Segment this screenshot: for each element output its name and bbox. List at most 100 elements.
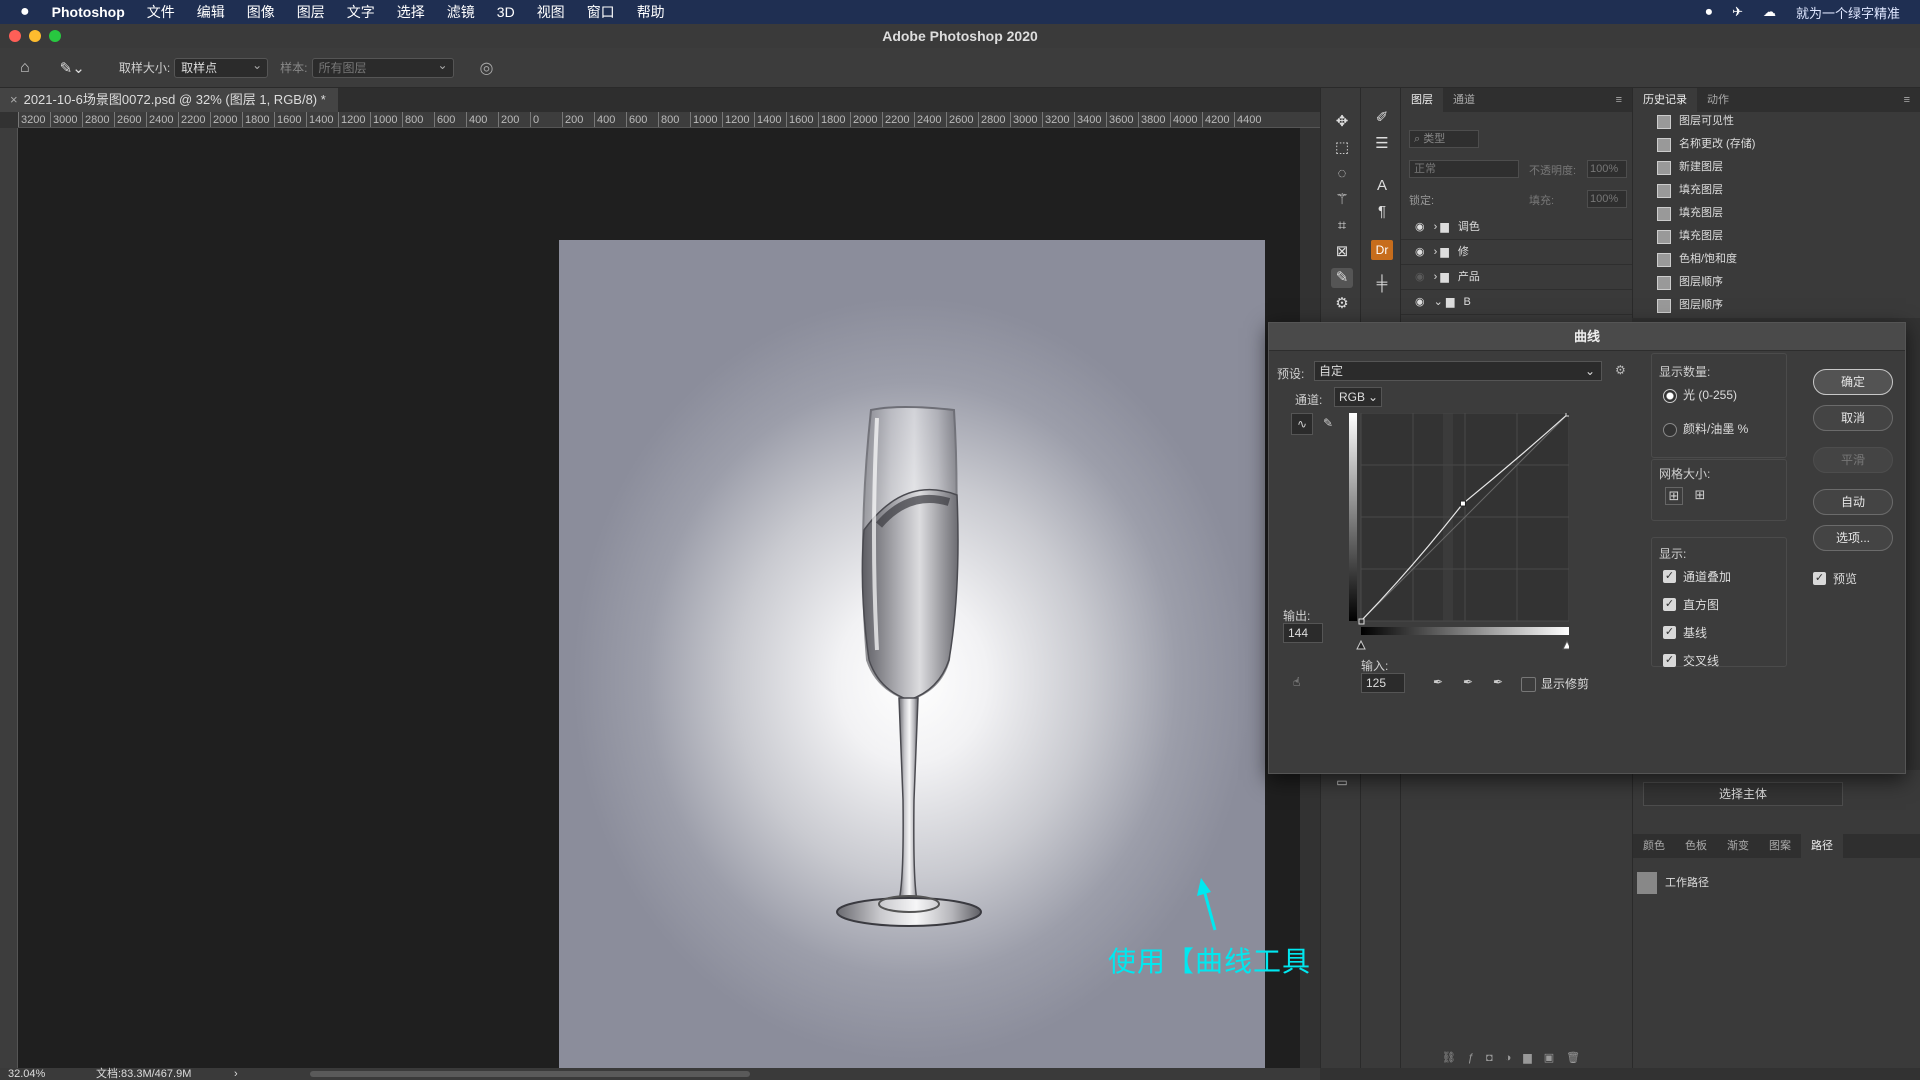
channel-overlay-checkbox[interactable]: 通道叠加 (1663, 569, 1731, 585)
lasso-tool-icon[interactable]: ◌ (1331, 164, 1353, 184)
paragraph-icon[interactable]: ¶ (1371, 202, 1393, 222)
bridge-dr-icon[interactable]: Dr (1371, 240, 1393, 260)
tab-history[interactable]: 历史记录 (1633, 88, 1697, 112)
menu-select[interactable]: 选择 (397, 2, 425, 22)
layer-row[interactable]: ◉ ⌄ ▆ B (1401, 290, 1633, 315)
history-item[interactable]: 填充图层 (1657, 225, 1723, 247)
input-field[interactable]: 125 (1361, 673, 1405, 693)
menu-image[interactable]: 图像 (247, 2, 275, 22)
curve-point[interactable] (1459, 500, 1466, 507)
tab-actions[interactable]: 动作 (1697, 88, 1739, 112)
history-item[interactable]: 填充图层 (1657, 202, 1723, 224)
target-adjust-icon[interactable]: ☝ (1293, 675, 1300, 689)
history-item[interactable]: 新建图层 (1657, 156, 1723, 178)
frame-tool-icon[interactable]: ⊠ (1331, 242, 1353, 262)
zoom-window-button[interactable] (49, 30, 61, 42)
show-clipping-checkbox[interactable]: 显示修剪 (1521, 676, 1589, 692)
cancel-button[interactable]: 取消 (1813, 405, 1893, 431)
crop-tool-icon[interactable]: ⌗ (1331, 216, 1353, 236)
layer-kind-filter[interactable]: ⌕ 类型 (1409, 130, 1479, 148)
menu-help[interactable]: 帮助 (637, 2, 665, 22)
menu-type[interactable]: 文字 (347, 2, 375, 22)
white-eyedropper-icon[interactable]: ✒ (1493, 675, 1503, 689)
minimize-window-button[interactable] (29, 30, 41, 42)
curve-white-point[interactable] (1565, 413, 1569, 417)
pencil-tool-icon[interactable]: ✎ (1317, 413, 1339, 435)
tab-layers[interactable]: 图层 (1401, 88, 1443, 112)
screen-mode-icon[interactable]: ▭ (1331, 772, 1353, 792)
layer-row[interactable]: ◉ › ▆ 调色 (1401, 215, 1633, 240)
menu-view[interactable]: 视图 (537, 2, 565, 22)
menu-file[interactable]: 文件 (147, 2, 175, 22)
eyedropper-tool-button-icon[interactable]: ✎ (1331, 268, 1353, 288)
horizontal-scrollbar[interactable] (310, 1071, 750, 1077)
eye-hidden-icon[interactable]: ◉ (1415, 271, 1425, 283)
doc-size[interactable]: 文档:83.3M/467.9M (96, 1068, 191, 1080)
document-tab[interactable]: × 2021-10-6场景图0072.psd @ 32% (图层 1, RGB/8… (0, 88, 338, 112)
radio-pigment[interactable]: 颜料/油墨 % (1663, 421, 1748, 437)
character-icon[interactable]: A (1371, 176, 1393, 196)
opacity-field[interactable]: 100% (1587, 160, 1627, 178)
eye-icon[interactable]: ◉ (1415, 221, 1425, 233)
align-icon[interactable]: ╪ (1371, 274, 1393, 294)
brush-preset-icon[interactable]: ✐ (1371, 108, 1393, 128)
tab-channels[interactable]: 通道 (1443, 88, 1485, 112)
baseline-checkbox[interactable]: 基线 (1663, 625, 1707, 641)
sample-size-select[interactable]: 取样点 (174, 56, 269, 78)
tab-paths[interactable]: 路径 (1801, 834, 1843, 858)
history-item[interactable]: 图层顺序 (1657, 271, 1723, 293)
wechat-icon[interactable]: ☁ (1763, 4, 1776, 20)
ok-button[interactable]: 确定 (1813, 369, 1893, 395)
brightness-icon[interactable]: ◎ (480, 58, 494, 78)
fill-field[interactable]: 100% (1587, 190, 1627, 208)
select-subject-button[interactable]: 选择主体 (1643, 782, 1843, 806)
radio-light[interactable]: 光 (0-255) (1663, 387, 1737, 403)
notification-icon[interactable]: ✈ (1732, 4, 1743, 20)
layer-row[interactable]: ◉ › ▆ 产品 (1401, 265, 1633, 290)
menu-window[interactable]: 窗口 (587, 2, 615, 22)
layer-row[interactable]: ◉ › ▆ 修 (1401, 240, 1633, 265)
patch-tool-icon[interactable]: ⚙ (1331, 294, 1353, 314)
status-chevron-icon[interactable]: › (234, 1068, 238, 1080)
curves-graph[interactable] (1349, 413, 1569, 659)
grid-detailed-icon[interactable]: ⊞ (1691, 487, 1709, 505)
eye-icon[interactable]: ◉ (1415, 296, 1425, 308)
close-window-button[interactable] (9, 30, 21, 42)
grid-simple-icon[interactable]: ⊞ (1665, 487, 1683, 505)
output-field[interactable]: 144 (1283, 623, 1323, 643)
history-item[interactable]: 名称更改 (存储) (1656, 133, 1755, 155)
history-item[interactable]: 色相/饱和度 (1656, 248, 1737, 270)
layers-footer-icons[interactable]: ⛓ƒ◘◑▆▣🗑 (1401, 1048, 1633, 1068)
curve-point-tool-icon[interactable]: ∿ (1291, 413, 1313, 435)
gray-eyedropper-icon[interactable]: ✒ (1463, 675, 1473, 689)
history-item[interactable]: 填充图层 (1657, 179, 1723, 201)
black-eyedropper-icon[interactable]: ✒ (1433, 675, 1443, 689)
history-item[interactable]: 图层可见性 (1657, 110, 1734, 132)
menu-layer[interactable]: 图层 (297, 2, 325, 22)
eyedropper-tool-icon[interactable]: ✎⌄ (60, 59, 85, 77)
menu-app-name[interactable]: Photoshop (52, 4, 125, 20)
white-point-slider[interactable] (1562, 639, 1569, 650)
tab-swatches[interactable]: 色板 (1675, 834, 1717, 858)
channel-select[interactable]: RGB ⌄ (1334, 387, 1382, 407)
history-item[interactable]: 图层顺序 (1657, 294, 1723, 316)
zoom-level[interactable]: 32.04% (8, 1068, 45, 1080)
preset-select[interactable]: 自定 ⌄ (1314, 361, 1602, 381)
smooth-button[interactable]: 平滑 (1813, 447, 1893, 473)
panel-menu-icon[interactable]: ≡ (1606, 88, 1632, 112)
marquee-tool-icon[interactable]: ⬚ (1331, 138, 1353, 158)
menu-edit[interactable]: 编辑 (197, 2, 225, 22)
tab-gradients[interactable]: 渐变 (1717, 834, 1759, 858)
magic-wand-tool-icon[interactable]: ⚚ (1331, 190, 1353, 210)
intersection-line-checkbox[interactable]: 交叉线 (1663, 653, 1719, 669)
record-icon[interactable]: ⏺ (1706, 4, 1713, 20)
menu-filter[interactable]: 滤镜 (447, 2, 475, 22)
close-tab-icon[interactable]: × (10, 92, 18, 107)
menu-3d[interactable]: 3D (497, 4, 515, 20)
preset-gear-icon[interactable]: ⚙ (1615, 363, 1626, 377)
sample-select[interactable]: 所有图层 (311, 56, 454, 78)
black-point-slider[interactable] (1356, 639, 1366, 650)
options-button[interactable]: 选项... (1813, 525, 1893, 551)
tab-patterns[interactable]: 图案 (1759, 834, 1801, 858)
adjustments-icon[interactable]: ☰ (1371, 134, 1393, 154)
